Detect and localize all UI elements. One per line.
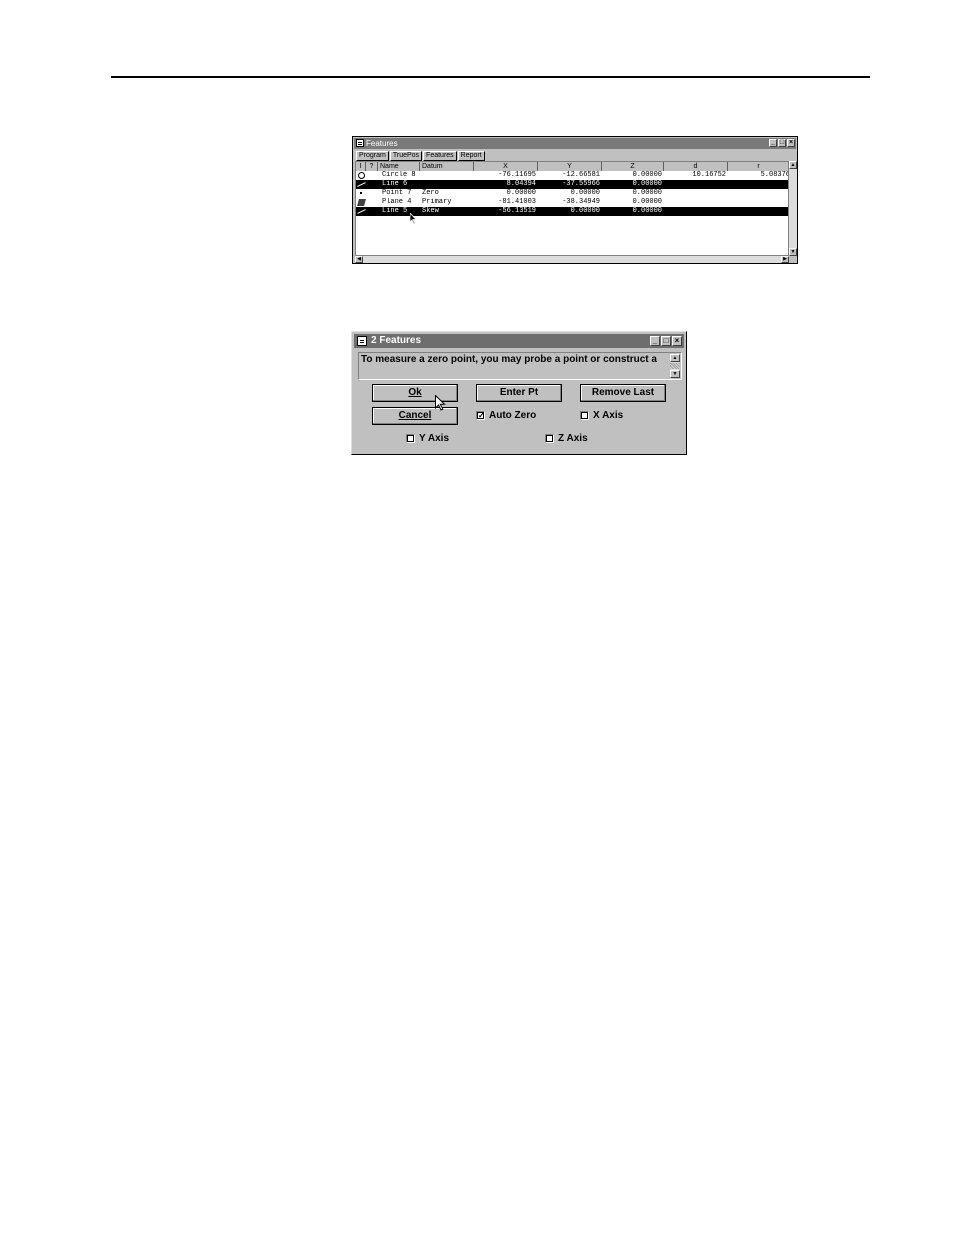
row-y: -12.66581 (562, 171, 600, 179)
row-x: 0.00000 (506, 189, 536, 197)
z-axis-label: Z Axis (558, 433, 588, 444)
row-y: 0.00000 (570, 207, 600, 215)
scroll-up-icon[interactable]: ▲ (670, 354, 680, 362)
row-r: 5.08376 (760, 171, 789, 179)
enter-pt-button[interactable]: Enter Pt (476, 384, 562, 402)
scroll-up-icon[interactable]: ▲ (789, 161, 797, 169)
point-icon (360, 192, 362, 194)
minimize-icon[interactable]: _ (769, 139, 777, 147)
window-menu-icon[interactable] (356, 139, 364, 147)
row-name: Circle 8 (382, 171, 416, 179)
features-grid: I ? Name Datum X Y Z d r Circle 8 -76.11… (355, 161, 789, 256)
checkmark-icon: ✓ (478, 411, 485, 420)
page-header-rule (111, 76, 870, 78)
row-x: 8.04394 (506, 180, 536, 188)
mouse-cursor-icon (435, 395, 446, 411)
remove-last-button-label: Remove Last (591, 387, 655, 398)
scroll-right-icon[interactable]: ▶ (781, 256, 789, 263)
row-y: -38.34949 (562, 198, 600, 206)
column-header-d[interactable]: d (664, 162, 728, 171)
features-horizontal-scrollbar[interactable]: ◀ ▶ (355, 256, 789, 263)
row-datum: Primary (422, 198, 452, 206)
close-icon[interactable]: × (672, 336, 682, 346)
row-y: 0.00000 (570, 189, 600, 197)
zero-point-dialog: 2 Features _ □ × To measure a zero point… (351, 331, 687, 455)
row-z: 0.00000 (632, 207, 662, 215)
tab-program[interactable]: Program (356, 151, 389, 161)
row-x: -56.13519 (498, 207, 536, 215)
scroll-thumb[interactable] (670, 363, 680, 369)
row-d: 10.16752 (692, 171, 726, 179)
features-window: Features _ □ × Program TruePos Features … (352, 136, 798, 264)
close-icon[interactable]: × (787, 139, 795, 147)
circle-icon (358, 172, 365, 179)
window-menu-icon[interactable] (357, 336, 367, 346)
table-row[interactable]: Point 7 Zero 0.00000 0.00000 0.00000 (356, 189, 788, 198)
row-name: Point 7 (382, 189, 412, 197)
column-header-datum[interactable]: Datum (420, 162, 474, 171)
table-row[interactable]: Line 5 Skew -56.13519 0.00000 0.00000 (356, 207, 788, 216)
checkbox-box[interactable]: ✓ (476, 411, 485, 420)
column-header-z[interactable]: Z (602, 162, 664, 171)
auto-zero-label: Auto Zero (489, 410, 537, 421)
features-title-bar[interactable]: Features _ □ × (354, 138, 796, 149)
message-scrollbar[interactable]: ▲ ▼ (670, 354, 680, 378)
x-axis-label: X Axis (593, 410, 624, 421)
grid-header-row: I ? Name Datum X Y Z d r (356, 162, 788, 171)
column-header-r[interactable]: r (728, 162, 788, 171)
tab-truepos[interactable]: TruePos (389, 151, 423, 161)
row-z: 0.00000 (632, 171, 662, 179)
row-datum: Zero (422, 189, 439, 197)
enter-pt-button-label: Enter Pt (499, 387, 539, 398)
checkbox-box[interactable] (545, 434, 554, 443)
column-header-name[interactable]: Name (378, 162, 420, 171)
column-header-x[interactable]: X (474, 162, 538, 171)
y-axis-label: Y Axis (419, 433, 450, 444)
scroll-left-icon[interactable]: ◀ (355, 256, 363, 263)
row-z: 0.00000 (632, 198, 662, 206)
table-row[interactable]: Plane 4 Primary -81.41003 -38.34949 0.00… (356, 198, 788, 207)
features-tab-bar: Program TruePos Features Report (356, 151, 485, 161)
instruction-message: To measure a zero point, you may probe a… (361, 354, 657, 365)
dialog-title-bar[interactable]: 2 Features _ □ × (354, 334, 684, 348)
row-x: -81.41003 (498, 198, 536, 206)
column-header-i[interactable]: I (356, 162, 366, 171)
row-datum: Skew (422, 207, 439, 215)
remove-last-button[interactable]: Remove Last (580, 384, 666, 402)
row-name: Line 6 (382, 180, 408, 188)
dialog-title: 2 Features (371, 335, 422, 346)
mouse-cursor-icon (410, 213, 417, 224)
checkbox-box[interactable] (406, 434, 415, 443)
line-icon (357, 209, 366, 214)
checkbox-box[interactable] (580, 411, 589, 420)
row-z: 0.00000 (632, 189, 662, 197)
table-row[interactable]: Circle 8 -76.11695 -12.66581 0.00000 10.… (356, 171, 789, 180)
row-x: -76.11695 (498, 171, 536, 179)
features-vertical-scrollbar[interactable]: ▲ ▼ (789, 161, 797, 256)
features-window-title: Features (366, 139, 398, 148)
line-icon (357, 182, 366, 187)
tab-report[interactable]: Report (457, 151, 485, 161)
cancel-button-label: Cancel (398, 410, 432, 421)
plane-icon (357, 199, 366, 206)
row-y: -37.55966 (562, 180, 600, 188)
ok-button-label: Ok (408, 387, 422, 398)
row-name: Plane 4 (382, 198, 412, 206)
column-header-y[interactable]: Y (538, 162, 602, 171)
tab-features[interactable]: Features (423, 151, 457, 161)
maximize-icon[interactable]: □ (778, 139, 786, 147)
column-header-flag[interactable]: ? (366, 162, 378, 171)
row-z: 0.00000 (632, 180, 662, 188)
table-row[interactable]: Line 6 8.04394 -37.55966 0.00000 (356, 180, 788, 189)
instruction-message-box[interactable]: To measure a zero point, you may probe a… (358, 352, 682, 380)
minimize-icon[interactable]: _ (650, 336, 660, 346)
maximize-icon[interactable]: □ (661, 336, 671, 346)
scroll-down-icon[interactable]: ▼ (789, 248, 797, 256)
scroll-down-icon[interactable]: ▼ (670, 370, 680, 378)
